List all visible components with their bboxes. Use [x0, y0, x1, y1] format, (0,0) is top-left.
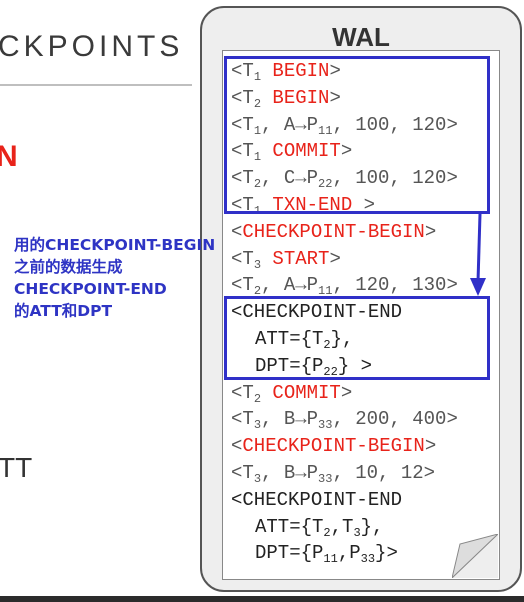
- log-entry: ATT={T2,T3},: [255, 515, 384, 540]
- body-text-fragment: TT: [0, 452, 33, 483]
- title-divider: [0, 84, 192, 86]
- annotation-line: CHECKPOINT-END: [14, 280, 167, 298]
- annotation-line: 用的CHECKPOINT-BEGIN: [14, 236, 216, 254]
- wal-title: WAL: [332, 22, 390, 52]
- highlight-box-before-checkpoint: [224, 56, 490, 214]
- slide-title: CKPOINTS: [0, 30, 184, 63]
- log-entry: <T3 START>: [231, 247, 341, 272]
- log-entry: DPT={P11,P33}>: [255, 542, 398, 567]
- log-entry: <T2 COMMIT>: [231, 381, 353, 406]
- page-fold-icon: [452, 534, 498, 578]
- log-entry: <T3, B→P33, 200, 400>: [231, 408, 458, 433]
- annotation-line: 之前的数据生成: [14, 258, 123, 276]
- annotation-note: 用的CHECKPOINT-BEGIN 之前的数据生成 CHECKPOINT-EN…: [14, 234, 215, 322]
- bottom-bar: [0, 596, 524, 602]
- log-entry: <CHECKPOINT-BEGIN>: [231, 220, 437, 243]
- annotation-line: 的ATT和DPT: [14, 302, 113, 320]
- log-entry: <CHECKPOINT-END: [231, 488, 403, 511]
- log-entry: <T3, B→P33, 10, 12>: [231, 461, 436, 486]
- log-entry: <CHECKPOINT-BEGIN>: [231, 435, 437, 458]
- red-heading-fragment: N: [0, 140, 18, 173]
- highlight-box-checkpoint-end: [224, 296, 490, 380]
